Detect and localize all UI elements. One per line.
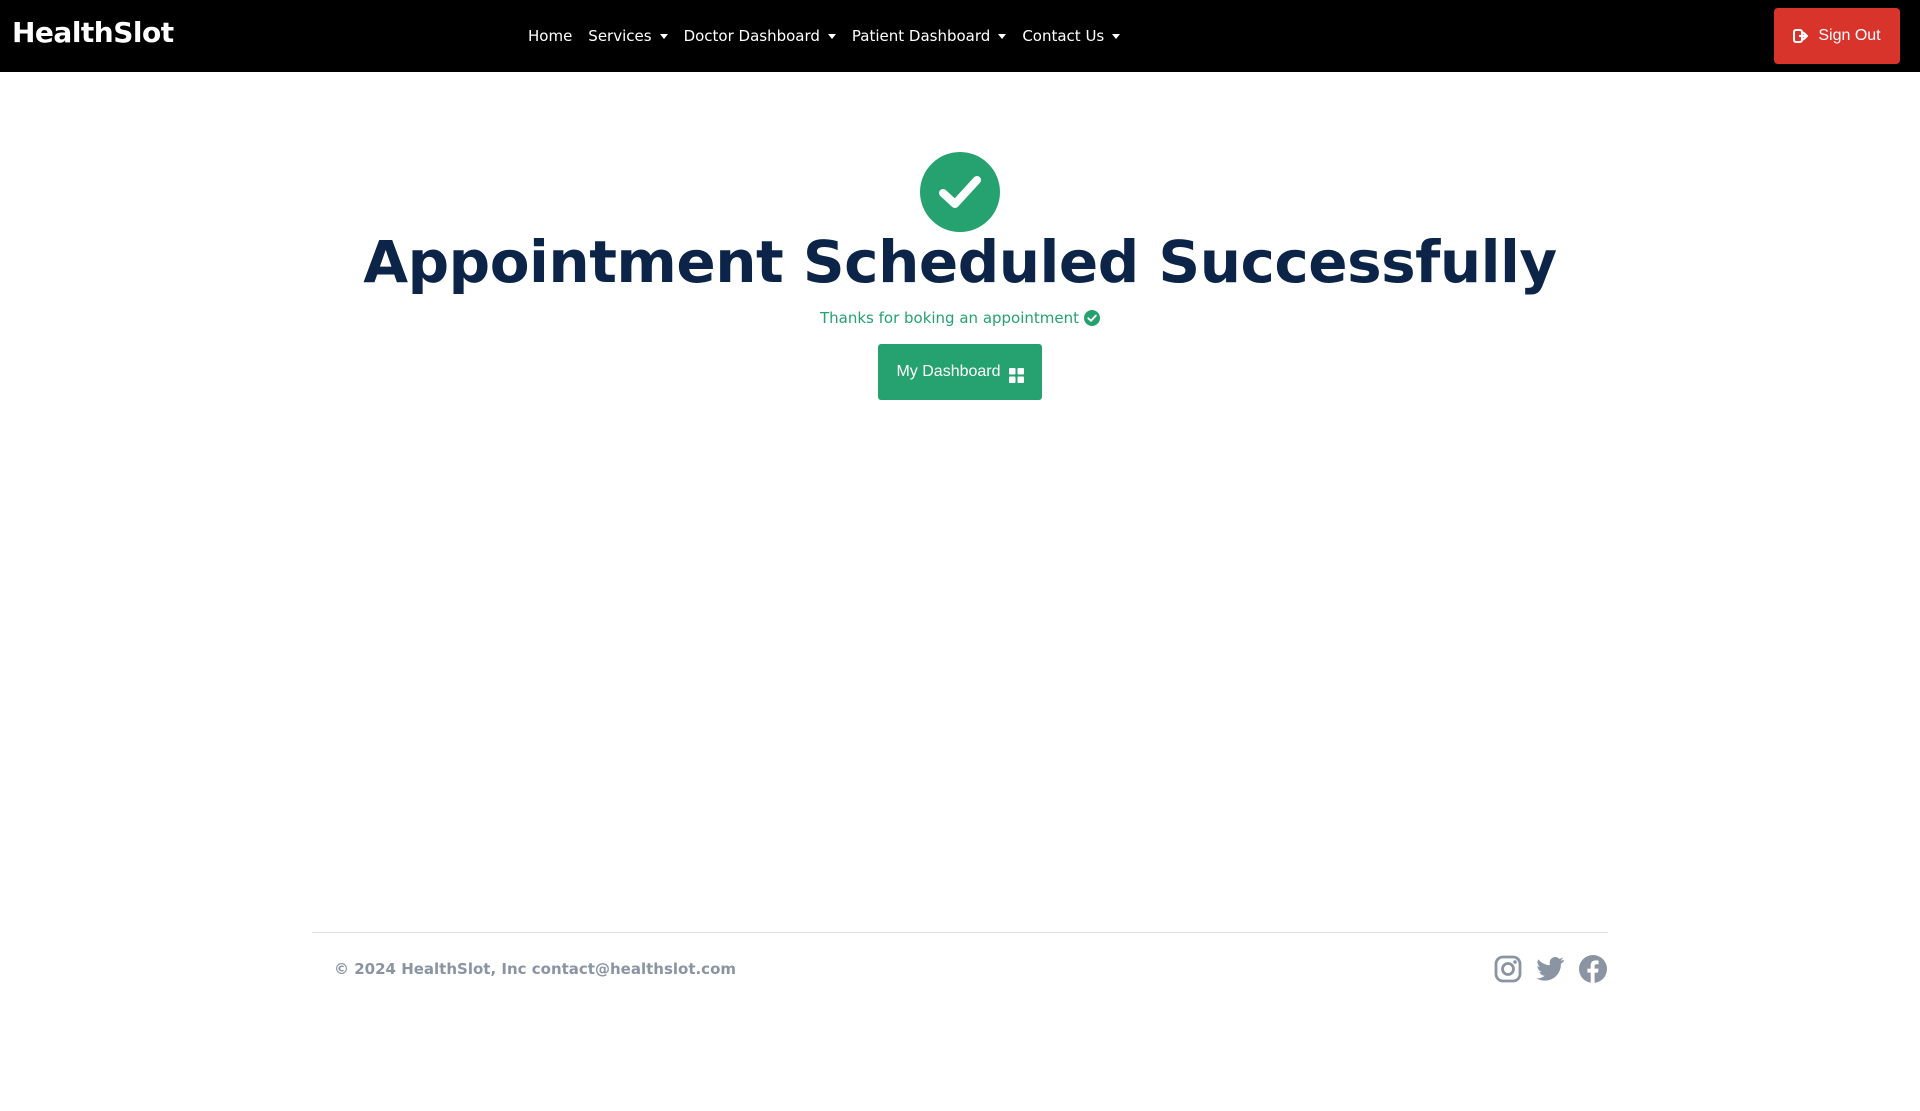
nav-patient-dashboard-dropdown[interactable]: Patient Dashboard xyxy=(851,27,1007,45)
check-circle-icon xyxy=(1084,310,1101,326)
sign-out-label: Sign Out xyxy=(1818,27,1881,44)
my-dashboard-button[interactable]: My Dashboard xyxy=(878,344,1042,400)
page-title: Appointment Scheduled Successfully xyxy=(363,228,1557,296)
nav-services-label: Services xyxy=(588,27,652,45)
nav-home[interactable]: Home xyxy=(528,27,572,45)
nav-contact-us-dropdown[interactable]: Contact Us xyxy=(1022,27,1121,45)
sign-out-icon xyxy=(1793,29,1809,43)
nav-contact-us-label: Contact Us xyxy=(1022,27,1105,45)
my-dashboard-label: My Dashboard xyxy=(896,363,1001,380)
nav-services-dropdown[interactable]: Services xyxy=(588,27,668,45)
footer-copyright: © 2024 HealthSlot, Inc contact@healthslo… xyxy=(334,960,737,978)
caret-down-icon xyxy=(659,33,668,39)
brand-logo[interactable]: HealthSlot xyxy=(12,16,174,49)
nav-links: Home Services Doctor Dashboard Patient D… xyxy=(528,0,1136,72)
navbar: HealthSlot Home Services Doctor Dashboar… xyxy=(0,0,1920,72)
nav-patient-dashboard-label: Patient Dashboard xyxy=(851,27,991,45)
grid-icon xyxy=(1008,367,1024,383)
success-check-icon xyxy=(920,152,1000,232)
twitter-icon[interactable] xyxy=(1535,954,1565,984)
caret-down-icon xyxy=(998,33,1007,39)
nav-doctor-dashboard-label: Doctor Dashboard xyxy=(683,27,820,45)
subtitle-text: Thanks for boking an appointment xyxy=(819,309,1080,327)
subtitle: Thanks for boking an appointment xyxy=(0,309,1920,327)
caret-down-icon xyxy=(827,33,836,39)
instagram-icon[interactable] xyxy=(1493,954,1523,984)
nav-doctor-dashboard-dropdown[interactable]: Doctor Dashboard xyxy=(684,27,836,45)
footer-divider xyxy=(312,932,1608,933)
sign-out-button[interactable]: Sign Out xyxy=(1774,8,1900,64)
nav-home-label: Home xyxy=(528,27,573,45)
caret-down-icon xyxy=(1112,33,1121,39)
facebook-icon[interactable] xyxy=(1578,954,1608,984)
